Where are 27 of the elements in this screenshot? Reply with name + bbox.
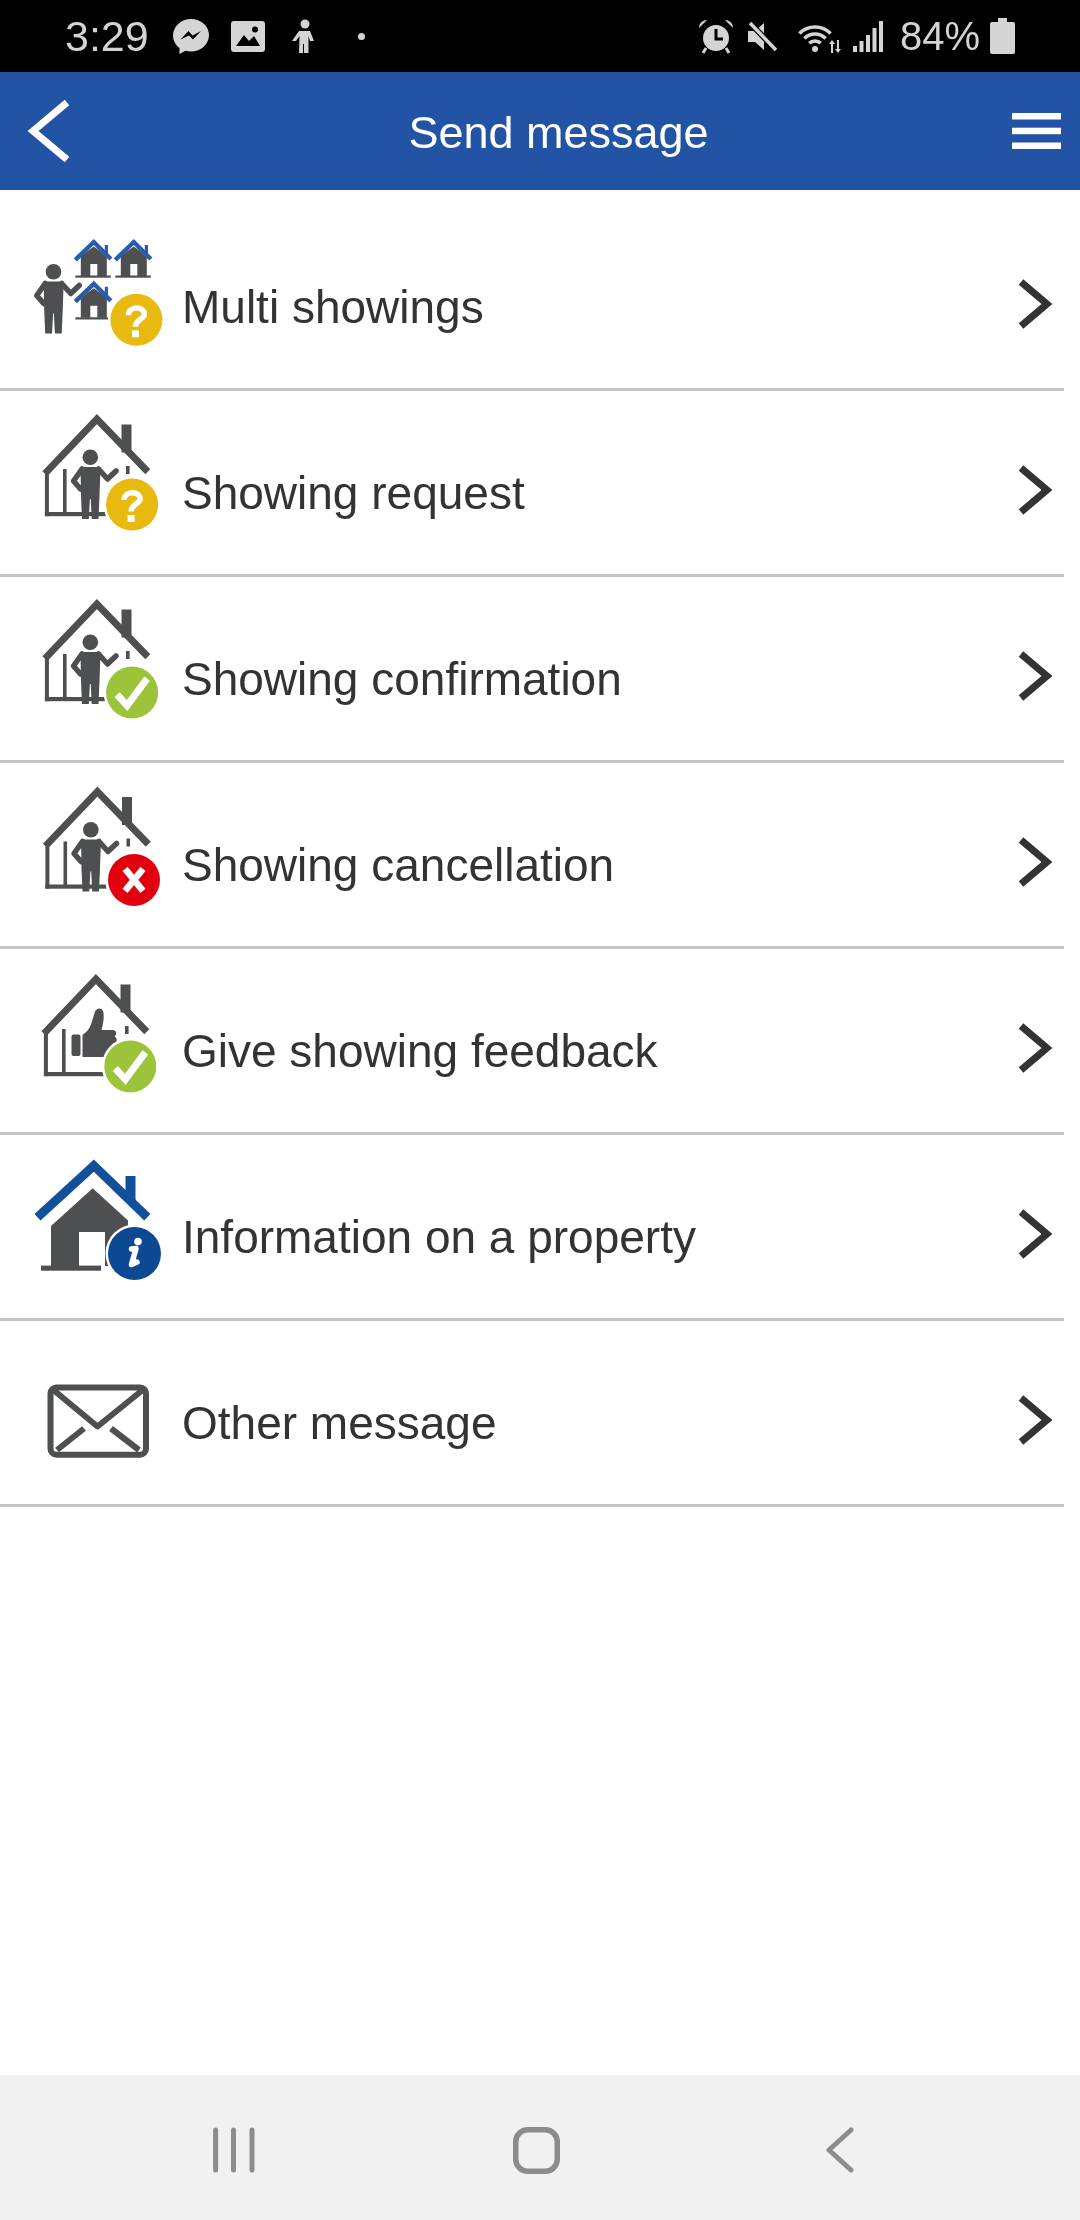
home-icon[interactable]	[513, 2126, 560, 2174]
house-info-icon	[34, 1159, 162, 1281]
chevron-right-icon	[1016, 651, 1054, 701]
chat-bubble-icon	[171, 18, 210, 54]
house-thumbs-up-check-icon	[40, 974, 156, 1093]
battery-percent: 84%	[899, 13, 980, 60]
dot-icon	[357, 32, 365, 40]
houses-person-question-icon	[33, 238, 163, 346]
house-person-cross-icon	[41, 786, 160, 906]
envelope-icon	[47, 1384, 150, 1459]
chevron-right-icon	[1016, 1395, 1054, 1445]
battery-icon	[990, 18, 1015, 54]
signal-icon	[852, 20, 884, 52]
screen-title: Send message	[408, 106, 709, 160]
house-person-check-icon	[41, 599, 158, 719]
chevron-right-icon	[1016, 1023, 1054, 1073]
alarm-clock-icon	[696, 18, 735, 54]
chevron-right-icon	[1016, 837, 1054, 887]
menu-icon[interactable]	[1012, 113, 1061, 149]
image-icon	[230, 20, 265, 52]
status-time: 3:29	[65, 11, 149, 62]
back-icon[interactable]	[27, 99, 71, 163]
chevron-right-icon	[1016, 1209, 1054, 1259]
recent-apps-icon[interactable]	[212, 2127, 256, 2173]
house-person-question-icon	[41, 414, 158, 531]
chevron-right-icon	[1016, 465, 1054, 515]
chevron-right-icon	[1016, 279, 1054, 329]
